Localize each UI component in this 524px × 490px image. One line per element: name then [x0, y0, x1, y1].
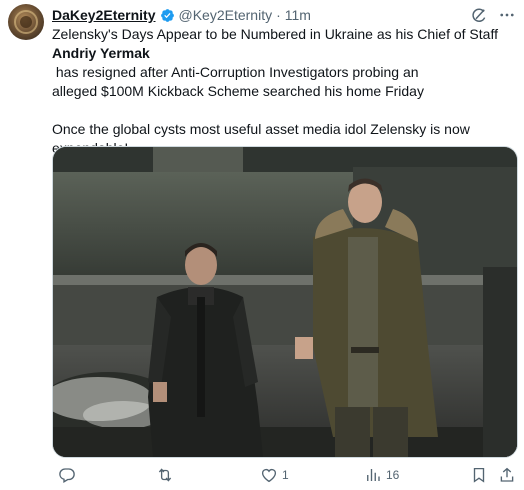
heart-icon [261, 468, 277, 483]
share-button[interactable] [498, 466, 516, 484]
tweet-text-line-1: Zelensky's Days Appear to be Numbered in… [52, 25, 516, 44]
grok-icon[interactable] [470, 6, 488, 24]
tweet-actions-bar: 1 16 [52, 466, 516, 488]
repost-icon [158, 468, 172, 482]
bookmark-button[interactable] [470, 466, 488, 484]
share-icon [500, 467, 514, 482]
tweet-photo[interactable] [52, 146, 518, 458]
avatar-center-decoration [20, 16, 32, 28]
reply-button[interactable] [58, 466, 80, 484]
like-button[interactable]: 1 [260, 466, 289, 484]
like-count: 1 [282, 468, 289, 482]
author-handle[interactable]: @Key2Eternity [179, 7, 273, 23]
reply-icon [59, 468, 75, 483]
tweet-text-line-2: Andriy Yermak has resigned after Anti-Co… [52, 44, 516, 82]
tweet-header: DaKey2Eternity @Key2Eternity · 11m [52, 6, 516, 24]
repost-button[interactable] [156, 466, 178, 484]
tweet-text-line-3: alleged $100M Kickback Scheme searched h… [52, 83, 424, 99]
author-name[interactable]: DaKey2Eternity [52, 7, 156, 23]
text-line2: has resigned after Anti-Corruption Inves… [52, 64, 419, 80]
views-bar-chart-icon [367, 469, 380, 481]
tweet-timestamp[interactable]: 11m [285, 7, 311, 23]
photo-illustration [53, 147, 517, 457]
more-dots-icon[interactable] [498, 6, 516, 24]
mentioned-name: Andriy Yermak [52, 45, 150, 61]
header-icons [470, 6, 516, 24]
text-line1: Zelensky's Days Appear to be Numbered in… [52, 26, 498, 42]
views-count: 16 [386, 468, 400, 482]
author-avatar[interactable] [8, 4, 44, 40]
tweet-text: Zelensky's Days Appear to be Numbered in… [52, 25, 516, 158]
views-button[interactable]: 16 [364, 466, 399, 484]
tweet-text-para2-line1: Once the global cysts most useful asset … [52, 121, 470, 137]
bookmark-icon [473, 467, 485, 483]
verified-badge-icon [160, 8, 174, 22]
separator-dot: · [276, 7, 281, 23]
